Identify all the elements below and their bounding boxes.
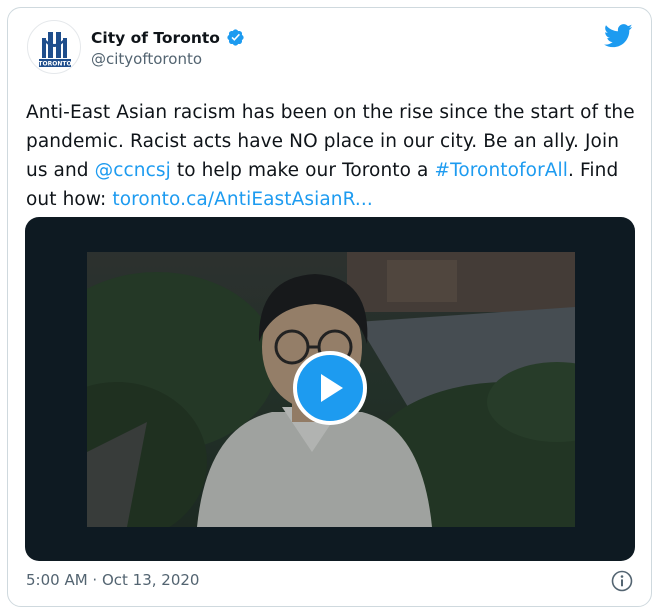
tweet-timestamp[interactable]: 5:00 AM · Oct 13, 2020 [26,571,199,589]
twitter-bird-icon[interactable] [603,24,633,48]
mention-link[interactable]: @ccncsj [95,160,171,181]
url-link[interactable]: toronto.ca/AntiEastAsianR... [112,189,373,210]
tweet-text-part2: to help make our Toronto a [170,160,435,181]
video-player[interactable] [25,217,635,561]
verified-badge-icon [226,28,245,47]
tweet-card: TORONTO City of Toronto @cityoftoronto A… [7,7,652,607]
toronto-logo-icon: TORONTO [38,32,72,68]
logo-lettering: TORONTO [38,61,71,68]
play-icon [321,374,343,402]
author-name-row: City of Toronto [91,28,245,47]
play-button[interactable] [293,351,367,425]
avatar[interactable]: TORONTO [27,20,81,74]
author-display-name[interactable]: City of Toronto [91,29,220,47]
author-handle[interactable]: @cityoftoronto [91,50,202,68]
info-icon[interactable] [611,570,633,592]
tweet-text: Anti-East Asian racism has been on the r… [26,98,638,214]
hashtag-link[interactable]: #TorontoforAll [434,160,568,181]
